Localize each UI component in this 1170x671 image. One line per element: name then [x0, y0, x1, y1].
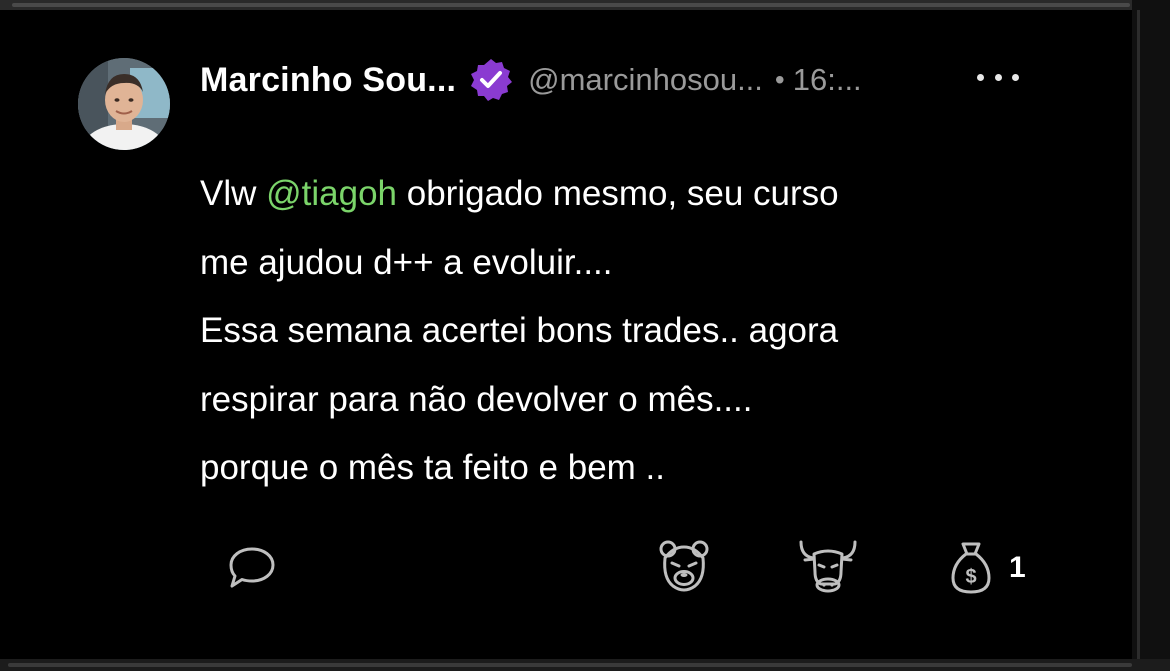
bullish-button[interactable] — [797, 538, 859, 596]
post-text-line: porque o mês ta feito e bem .. — [200, 448, 665, 487]
post-timestamp[interactable]: 16:... — [793, 62, 862, 98]
bull-icon — [799, 540, 857, 593]
window-top-edge — [0, 0, 1170, 10]
post-text-line: Vlw @tiagoh obrigado mesmo, seu curso — [200, 174, 839, 213]
separator-dot: • — [774, 64, 785, 95]
speech-bubble-icon — [229, 547, 275, 588]
bear-icon — [659, 540, 709, 592]
tip-button[interactable]: $ 1 — [949, 540, 1026, 596]
money-bag-icon: $ — [951, 542, 991, 594]
avatar[interactable] — [78, 58, 170, 150]
author-handle[interactable]: @marcinhosou... — [528, 62, 763, 98]
post-text-line: Essa semana acertei bons trades.. agora — [200, 311, 839, 350]
tip-count: 1 — [1009, 551, 1026, 584]
post-header: Marcinho Sou... @marcinhosou... • 16:... — [200, 52, 862, 108]
post-body: Vlw @tiagoh obrigado mesmo, seu curso me… — [200, 160, 1080, 503]
avatar-photo — [78, 58, 170, 150]
window-bottom-edge — [0, 659, 1170, 671]
mention-link[interactable]: @tiagoh — [266, 174, 397, 213]
verified-badge-icon — [468, 57, 514, 103]
bearish-button[interactable] — [657, 538, 711, 596]
more-options-icon[interactable] — [977, 66, 1019, 88]
post-text-line: me ajudou d++ a evoluir.... — [200, 242, 613, 282]
svg-text:$: $ — [965, 566, 976, 588]
reply-button[interactable] — [226, 543, 278, 593]
scrollbar-track[interactable] — [1137, 10, 1140, 660]
post-card: Marcinho Sou... @marcinhosou... • 16:...… — [0, 0, 1170, 671]
author-name[interactable]: Marcinho Sou... — [200, 61, 456, 100]
post-text-line: respirar para não devolver o mês.... — [200, 379, 753, 419]
